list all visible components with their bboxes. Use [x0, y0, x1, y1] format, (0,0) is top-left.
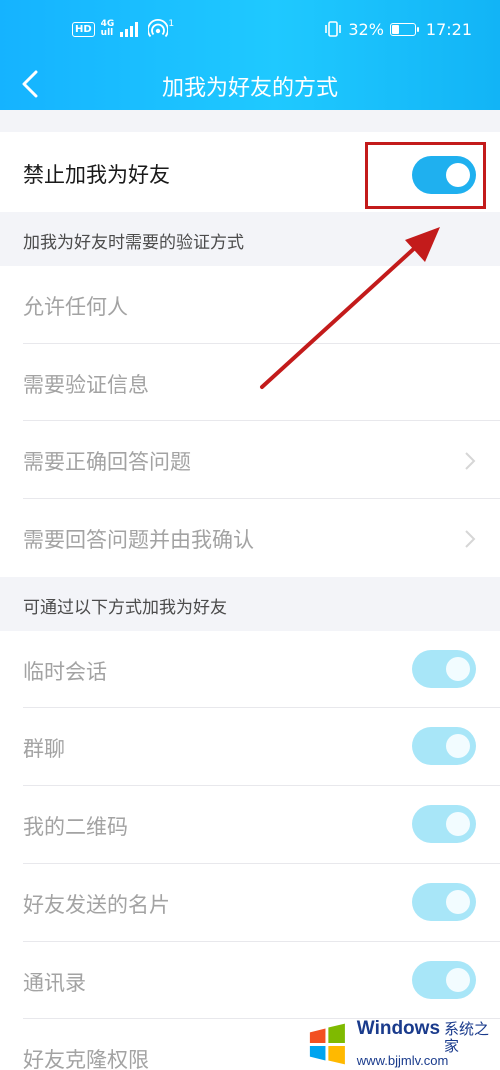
toggle-knob: [446, 812, 470, 836]
list-item-label: 需要正确回答问题: [23, 450, 191, 474]
page-title: 加我为好友的方式: [161, 76, 338, 101]
toggle-knob: [446, 890, 470, 914]
method-row[interactable]: 好友发送的名片: [0, 864, 500, 942]
list-item-label: 需要验证信息: [23, 373, 149, 397]
network-sub: ull: [100, 28, 114, 38]
qr-code-toggle[interactable]: [412, 805, 476, 843]
status-time: 17:21: [425, 19, 472, 39]
toggle-knob: [446, 657, 470, 681]
site-watermark: Windows 系统之家 www.bjjmlv.com: [306, 1018, 500, 1070]
chevron-right-icon: [465, 530, 476, 548]
verification-section-header: 加我为好友时需要的验证方式: [0, 212, 500, 266]
annotation-highlight-box: [365, 142, 486, 209]
method-row[interactable]: 临时会话: [0, 631, 500, 708]
list-item[interactable]: 允许任何人: [0, 266, 500, 344]
method-label: 群聊: [23, 737, 65, 761]
method-label: 临时会话: [23, 660, 107, 684]
hotspot-sup: 1: [168, 19, 175, 29]
signal-icon: [120, 22, 139, 37]
network-label: 4G ull: [101, 20, 115, 38]
windows-logo-icon: [309, 1023, 345, 1065]
contacts-toggle[interactable]: [412, 961, 476, 999]
battery-percent: 32%: [348, 19, 384, 39]
method-label: 我的二维码: [23, 815, 128, 839]
list-item-label: 需要回答问题并由我确认: [23, 528, 254, 552]
methods-section-header: 可通过以下方式加我为好友: [0, 577, 500, 631]
method-label: 好友发送的名片: [23, 893, 170, 917]
method-row[interactable]: 我的二维码: [0, 786, 500, 864]
status-right: 32% 17:21: [324, 17, 472, 41]
toggle-knob: [446, 734, 470, 758]
watermark-url: www.bjjmlv.com: [356, 1053, 449, 1069]
temp-chat-toggle[interactable]: [412, 650, 476, 688]
method-row[interactable]: 通讯录: [0, 942, 500, 1019]
method-row[interactable]: 群聊: [0, 708, 500, 786]
status-left: HD 4G ull 1: [72, 17, 174, 41]
section-title: 加我为好友时需要的验证方式: [23, 233, 244, 253]
toggle-knob: [446, 968, 470, 992]
card-share-toggle[interactable]: [412, 883, 476, 921]
watermark-text: Windows 系统之家 www.bjjmlv.com: [356, 1018, 500, 1069]
main-toggle-label: 禁止加我为好友: [23, 163, 170, 187]
status-bar: HD 4G ull 1 32% 17:21: [0, 0, 500, 58]
method-label: 好友克隆权限: [23, 1048, 149, 1070]
battery-fill: [391, 24, 399, 34]
list-item[interactable]: 需要验证信息: [0, 344, 500, 421]
list-item[interactable]: 需要回答问题并由我确认: [0, 499, 500, 577]
nav-bar: 加我为好友的方式: [0, 58, 500, 110]
vibrate-icon: [325, 21, 342, 37]
method-label: 通讯录: [23, 971, 86, 995]
list-item[interactable]: 需要正确回答问题: [0, 421, 500, 499]
hd-badge: HD: [72, 21, 95, 37]
wifi-hotspot-icon: [148, 19, 169, 38]
group-chat-toggle[interactable]: [412, 727, 476, 765]
list-item-label: 允许任何人: [23, 295, 128, 319]
group-gap: [0, 110, 500, 132]
section-title: 可通过以下方式加我为好友: [23, 598, 227, 618]
battery-icon: [389, 22, 419, 36]
watermark-brand-cn: 系统之家: [444, 1020, 490, 1055]
chevron-right-icon: [465, 452, 476, 470]
watermark-brand: Windows: [356, 1018, 441, 1040]
